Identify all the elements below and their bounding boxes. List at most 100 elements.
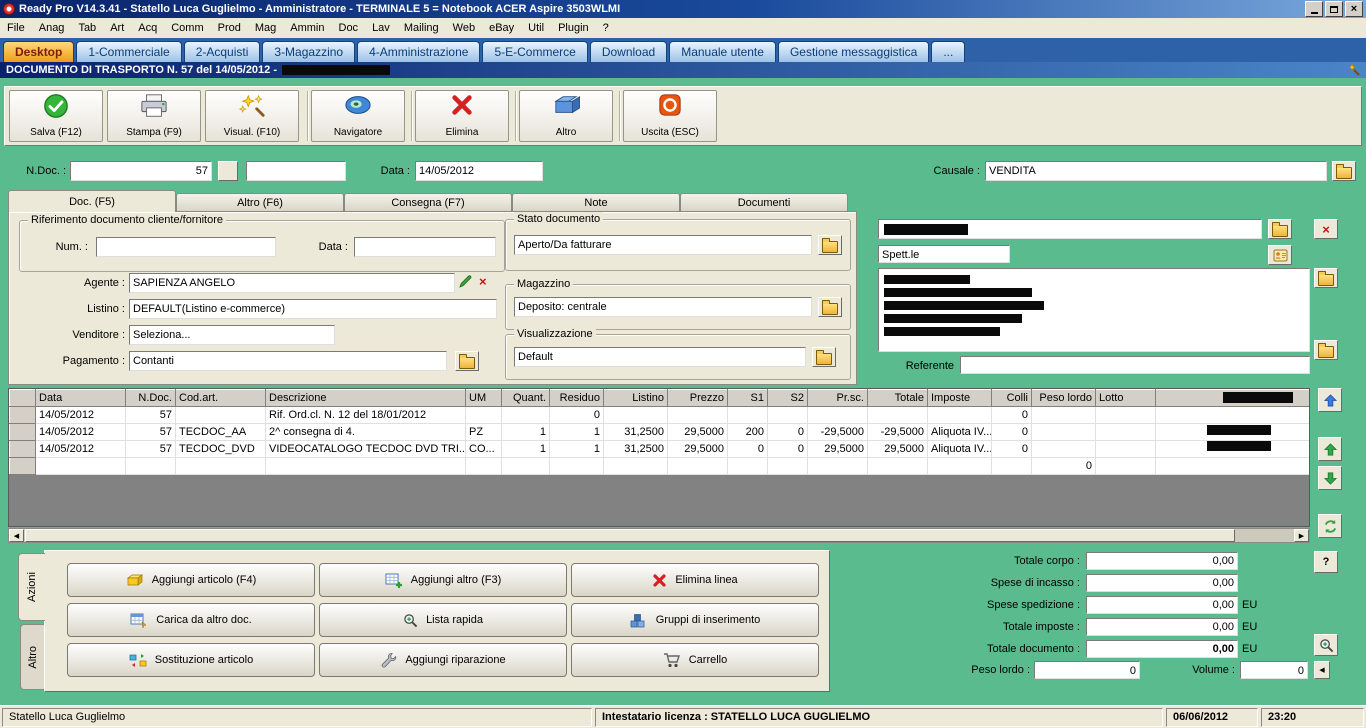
column-header[interactable]: Prezzo [667,389,728,407]
cell[interactable]: 1 [501,440,550,458]
add-article-button[interactable]: Aggiungi articolo (F4) [67,563,315,597]
delete-line-button[interactable]: Elimina linea [571,563,819,597]
column-header[interactable]: S2 [767,389,808,407]
destination-lookup-button[interactable] [1314,340,1338,360]
cell[interactable] [927,457,992,475]
print-button[interactable]: Stampa (F9) [107,90,201,142]
cell[interactable] [807,457,868,475]
help-button[interactable]: ? [1314,551,1338,573]
address-lookup-button[interactable] [1314,268,1338,288]
cell[interactable]: VIDEOCATALOGO TECDOC DVD TRI... [265,440,466,458]
doc-tab[interactable]: Note [512,193,680,212]
agente-clear-button[interactable]: × [479,275,487,288]
cell[interactable]: 57 [125,406,176,424]
app-tab[interactable]: Manuale utente [669,41,776,62]
pagamento-lookup-button[interactable] [455,351,479,371]
spettle-input[interactable]: Spett.le [878,245,1010,263]
volume-input[interactable]: 0 [1240,661,1308,679]
app-tab[interactable]: 2-Acquisti [183,41,261,62]
customer-contact-button[interactable] [1268,245,1292,265]
cell[interactable] [125,457,176,475]
app-tab[interactable]: 4-Amministrazione [357,41,481,62]
menu-item[interactable]: ? [596,19,616,38]
cell[interactable]: 29,5000 [667,423,728,441]
cell[interactable] [991,457,1032,475]
cell[interactable]: PZ [465,423,502,441]
row-selector-cell[interactable] [9,440,36,458]
cell[interactable] [1095,457,1156,475]
doc-tab[interactable]: Altro (F6) [176,193,344,212]
tab-altro-actions[interactable]: Altro [20,624,45,690]
column-header[interactable]: N.Doc. [125,389,176,407]
column-header[interactable]: Cod.art. [175,389,266,407]
ref-date-input[interactable] [354,237,496,257]
total-value-input[interactable]: 0,00 [1086,552,1238,570]
cell[interactable]: 200 [727,423,768,441]
cell[interactable] [465,457,502,475]
refresh-button[interactable] [1318,514,1342,538]
cell[interactable] [1155,406,1309,424]
menu-item[interactable]: Util [521,19,551,38]
menu-item[interactable]: Plugin [551,19,596,38]
column-header[interactable]: S1 [727,389,768,407]
cell[interactable] [35,457,126,475]
menu-item[interactable]: File [0,19,32,38]
cart-button[interactable]: Carrello [571,643,819,677]
app-tab[interactable]: 5-E-Commerce [482,41,588,62]
cell[interactable]: 1 [549,423,604,441]
cell[interactable] [603,406,668,424]
cell[interactable]: 1 [549,440,604,458]
cell[interactable] [549,457,604,475]
cell[interactable]: 14/05/2012 [35,406,126,424]
menu-item[interactable]: Acq [131,19,164,38]
preview-button[interactable]: Visual. (F10) [205,90,299,142]
cell[interactable]: 57 [125,423,176,441]
cell[interactable] [727,406,768,424]
cell[interactable]: 0 [767,423,808,441]
total-value-input[interactable]: 0,00 [1086,596,1238,614]
delete-button[interactable]: Elimina [415,90,509,142]
move-line-up-button[interactable] [1318,388,1342,412]
cell[interactable] [501,406,550,424]
customer-clear-button[interactable]: × [1314,219,1338,239]
other-button[interactable]: Altro [519,90,613,142]
cell[interactable]: -29,5000 [867,423,928,441]
menu-item[interactable]: Comm [164,19,210,38]
add-other-button[interactable]: Aggiungi altro (F3) [319,563,567,597]
doc-number-input[interactable]: 57 [70,161,212,181]
cell[interactable] [867,457,928,475]
insert-groups-button[interactable]: Gruppi di inserimento [571,603,819,637]
cell[interactable]: 1 [501,423,550,441]
cell[interactable]: CO... [465,440,502,458]
cell[interactable] [175,457,266,475]
row-selector-cell[interactable] [9,423,36,441]
table-row[interactable]: 14/05/2012 57 TECDOC_DVD VIDEOCATALOGO T… [9,440,1309,458]
cell[interactable]: 0 [727,440,768,458]
magazzino-lookup-button[interactable] [818,297,842,317]
column-header[interactable]: Imposte [927,389,992,407]
row-selector-cell[interactable] [9,406,36,424]
cell[interactable] [1095,406,1156,424]
maximize-button[interactable] [1325,1,1343,17]
menu-item[interactable]: eBay [482,19,521,38]
row-down-button[interactable] [1318,466,1342,490]
cell[interactable]: 2^ consegna di 4. [265,423,466,441]
magic-wand-icon[interactable] [1347,63,1360,81]
cell[interactable]: 0 [1031,457,1096,475]
app-tab[interactable]: Desktop [3,41,75,62]
app-tab[interactable]: 3-Magazzino [262,41,356,62]
total-value-input[interactable]: 0,00 [1086,640,1238,658]
column-header[interactable]: Residuo [549,389,604,407]
cell[interactable]: 14/05/2012 [35,440,126,458]
column-header[interactable]: Data [35,389,126,407]
app-tab[interactable]: Gestione messaggistica [777,41,930,62]
cell[interactable]: 0 [991,440,1032,458]
cell[interactable]: 0 [991,423,1032,441]
close-button[interactable]: × [1345,1,1363,17]
row-selector-cell[interactable] [9,457,36,475]
cell[interactable]: 0 [767,440,808,458]
doc-tab[interactable]: Doc. (F5) [8,190,176,212]
menu-item[interactable]: Mag [248,19,283,38]
cell[interactable]: 29,5000 [807,440,868,458]
cell[interactable]: 57 [125,440,176,458]
